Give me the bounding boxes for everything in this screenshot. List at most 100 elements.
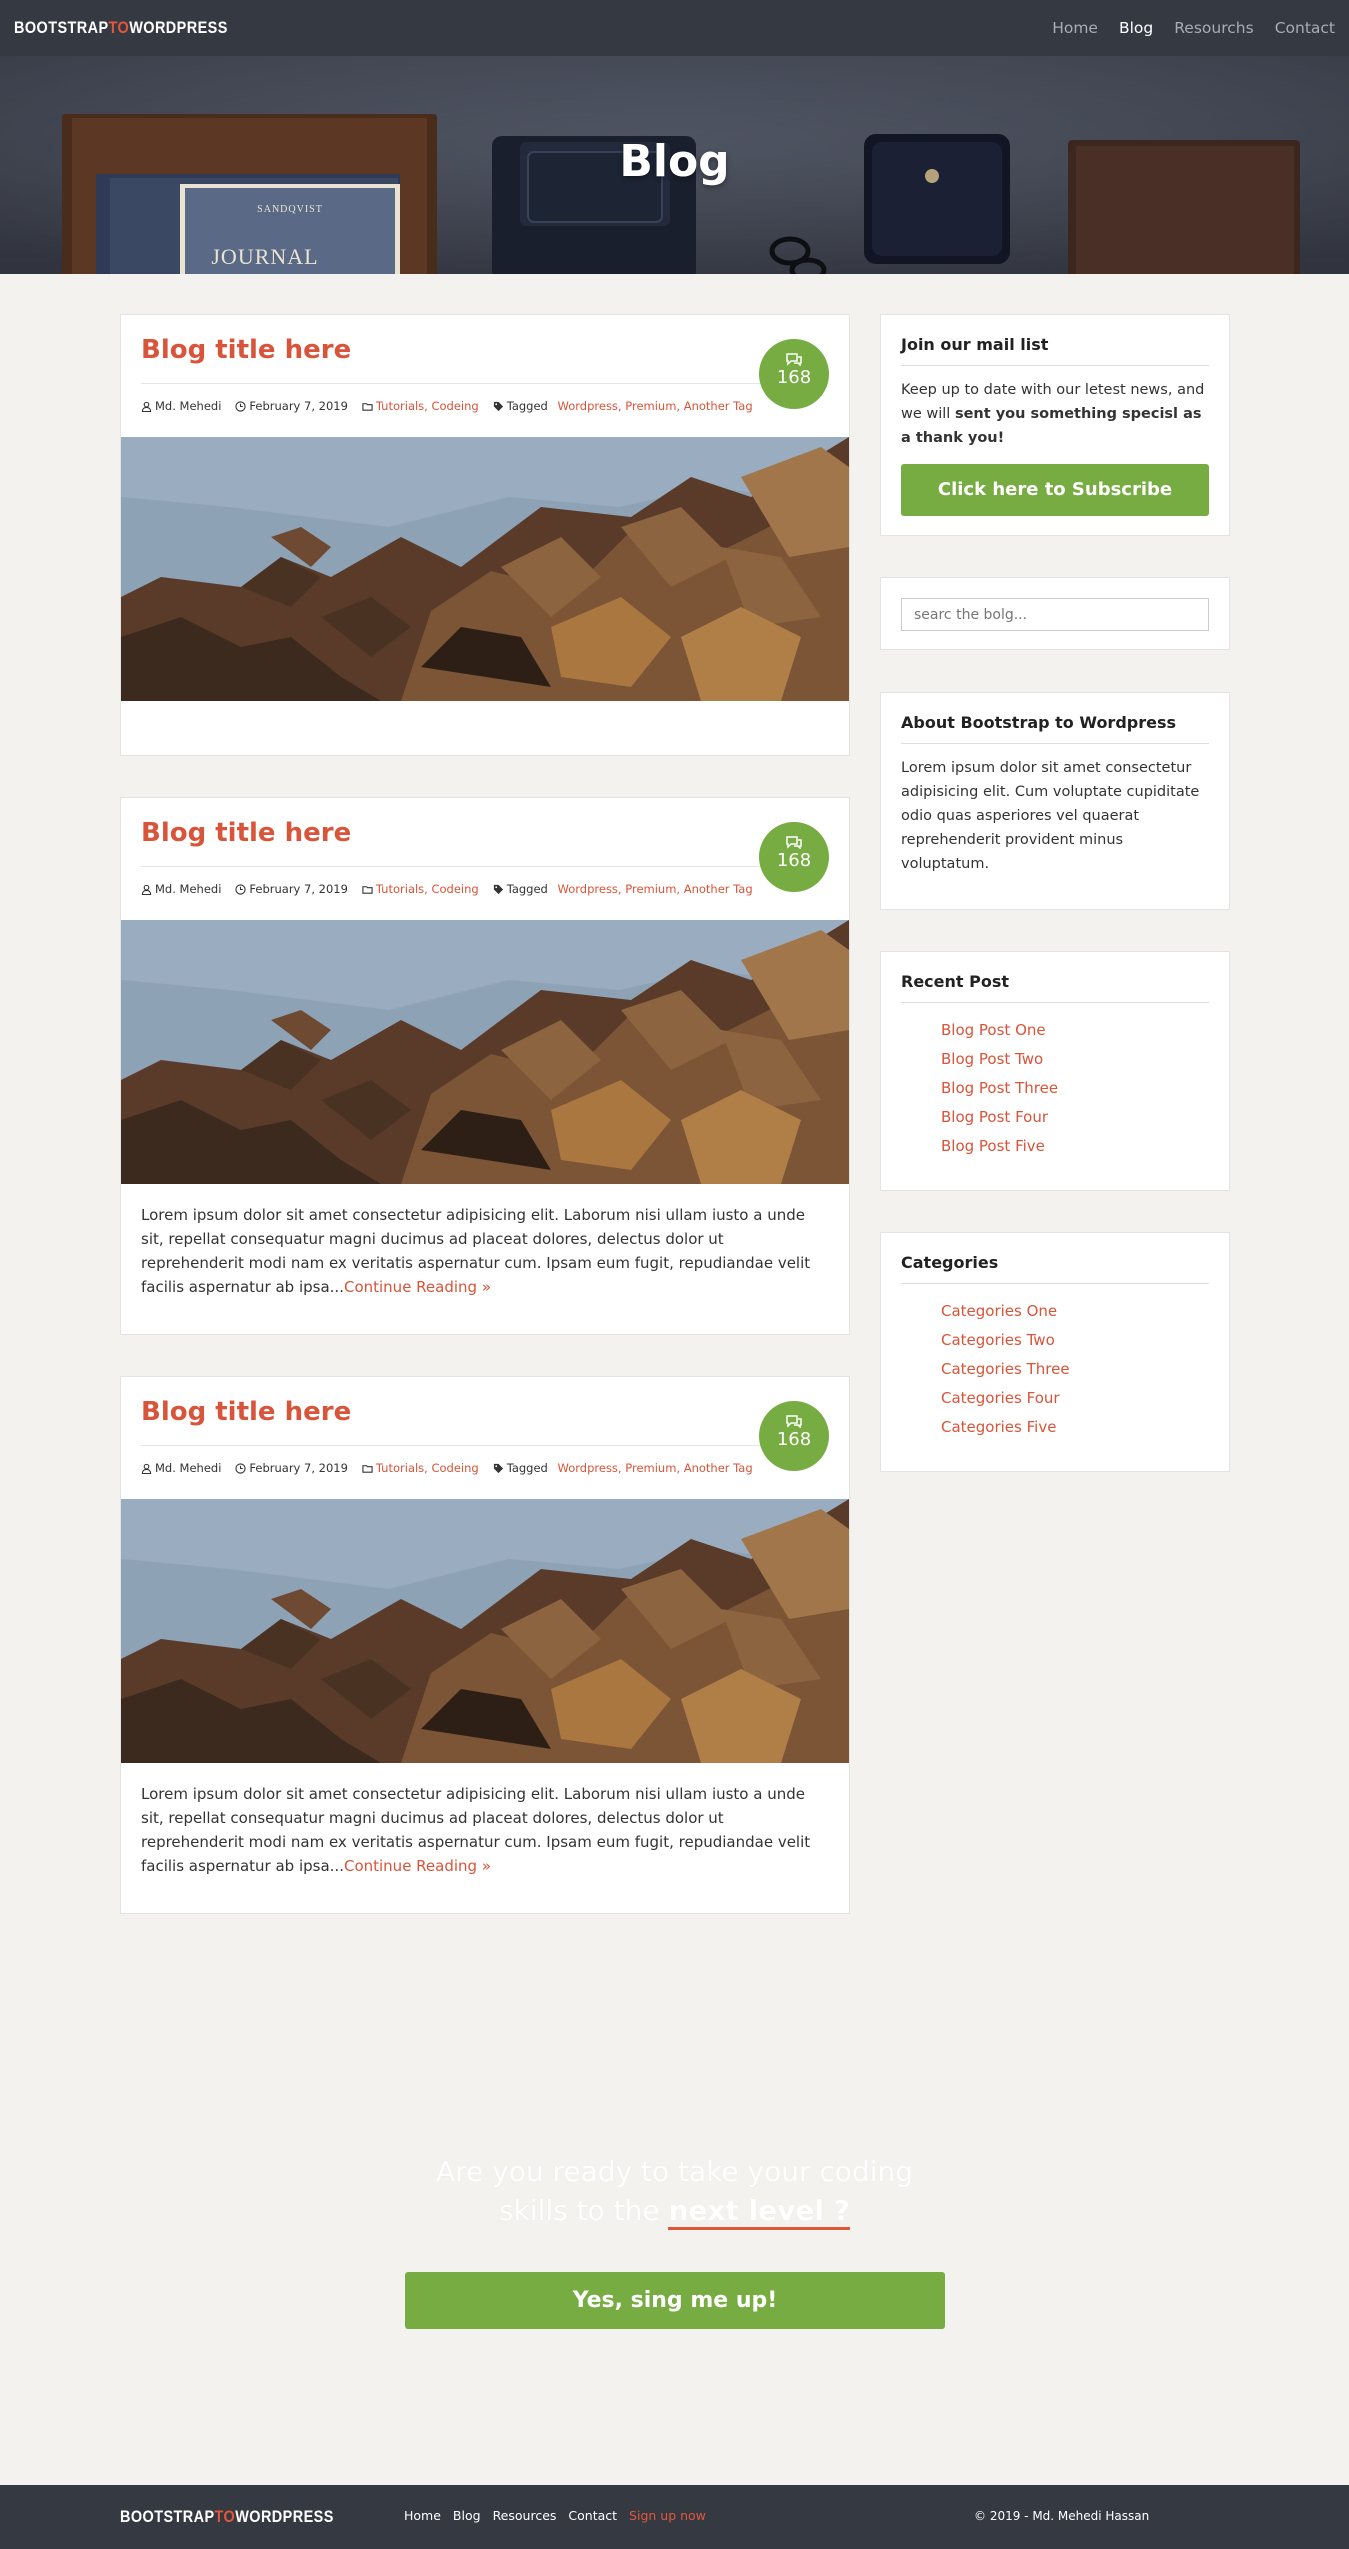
recent-post-link[interactable]: Blog Post One (941, 1016, 1058, 1045)
categories-widget: Categories Categories One Categories Two… (880, 1232, 1230, 1472)
post-date: February 7, 2019 (249, 399, 348, 413)
nav-home[interactable]: Home (1052, 19, 1098, 37)
comment-count: 168 (776, 1429, 812, 1450)
clock-icon (235, 400, 247, 412)
brand-part1: BOOTSTRAP (120, 2507, 215, 2526)
post-image[interactable] (121, 437, 849, 701)
journal-title-text: JOURNAL (211, 244, 318, 269)
footer-link-home[interactable]: Home (404, 2508, 441, 2523)
copyright: © 2019 - Md. Mehedi Hassan (974, 2509, 1150, 2523)
widget-title: Join our mail list (901, 335, 1049, 354)
cta-line1: Are you ready to take your coding (436, 2155, 913, 2188)
tags-icon (493, 1463, 503, 1473)
recent-posts-list: Blog Post One Blog Post Two Blog Post Th… (941, 1016, 1058, 1161)
brand-to: TO (214, 2507, 236, 2526)
nav-resources[interactable]: Resourchs (1174, 19, 1253, 37)
footer: BOOTSTRAPTOWORDPRESS Home Blog Resources… (0, 2485, 1349, 2549)
recent-post-link[interactable]: Blog Post Three (941, 1074, 1058, 1103)
categories-list: Categories One Categories Two Categories… (941, 1297, 1070, 1442)
recent-post-link[interactable]: Blog Post Four (941, 1103, 1058, 1132)
blog-post-card: Blog title here 168 Md. Mehedi February … (120, 1376, 850, 1914)
footer-link-resources[interactable]: Resources (493, 2508, 557, 2523)
folder-icon (362, 1464, 373, 1473)
recent-posts-widget: Recent Post Blog Post One Blog Post Two … (880, 951, 1230, 1191)
comment-count-badge[interactable]: 168 (759, 339, 829, 409)
clock-icon (235, 1462, 247, 1474)
user-icon (141, 884, 152, 895)
recent-post-link[interactable]: Blog Post Two (941, 1045, 1058, 1074)
blog-post-card: Blog title here 168 Md. Mehedi February … (120, 314, 850, 756)
recent-post-link[interactable]: Blog Post Five (941, 1132, 1058, 1161)
clock-icon (235, 883, 247, 895)
cta-heading: Are you ready to take your coding skills… (0, 2152, 1349, 2230)
category-link[interactable]: Categories Two (941, 1326, 1070, 1355)
cta-line2-text: skills to the (498, 2194, 669, 2227)
widget-title: Recent Post (901, 972, 1010, 991)
mail-list-text: Keep up to date with our letest news, an… (901, 378, 1213, 450)
comments-icon (786, 1415, 802, 1428)
post-tags[interactable]: Wordpress, Premium, Another Tag (558, 882, 753, 896)
post-categories[interactable]: Tutorials, Codeing (376, 1461, 479, 1475)
nav-contact[interactable]: Contact (1275, 19, 1335, 37)
nav-menu: Home Blog Resourchs Contact (1031, 19, 1335, 37)
post-tags[interactable]: Wordpress, Premium, Another Tag (558, 399, 753, 413)
footer-link-blog[interactable]: Blog (453, 2508, 481, 2523)
post-image[interactable] (121, 1499, 849, 1763)
post-author: Md. Mehedi (155, 882, 222, 896)
footer-link-contact[interactable]: Contact (568, 2508, 617, 2523)
tagged-label: Tagged (506, 1461, 548, 1475)
navbar: BOOTSTRAPTOWORDPRESS Home Blog Resourchs… (0, 0, 1349, 56)
post-title-link[interactable]: Blog title here (141, 1397, 351, 1427)
comments-icon (786, 353, 802, 366)
brand-part1: BOOTSTRAP (14, 18, 109, 37)
comments-icon (786, 836, 802, 849)
about-widget: About Bootstrap to Wordpress Lorem ipsum… (880, 692, 1230, 910)
continue-reading-link[interactable]: Continue Reading » (344, 1857, 491, 1875)
brand-logo[interactable]: BOOTSTRAPTOWORDPRESS (14, 18, 228, 38)
widget-divider (901, 1283, 1209, 1284)
user-icon (141, 1463, 152, 1474)
subscribe-button[interactable]: Click here to Subscribe (901, 464, 1209, 516)
brand-part2: WORDPRESS (129, 18, 228, 37)
category-link[interactable]: Categories Five (941, 1413, 1070, 1442)
tags-icon (493, 884, 503, 894)
post-title-divider (141, 383, 781, 384)
comment-count-badge[interactable]: 168 (759, 822, 829, 892)
signup-button[interactable]: Yes, sing me up! (405, 2272, 945, 2329)
post-author: Md. Mehedi (155, 399, 222, 413)
post-date: February 7, 2019 (249, 1461, 348, 1475)
post-image[interactable] (121, 920, 849, 1184)
post-date: February 7, 2019 (249, 882, 348, 896)
cta-highlight: next level ? (668, 2194, 851, 2230)
category-link[interactable]: Categories One (941, 1297, 1070, 1326)
post-meta: Md. Mehedi February 7, 2019 Tutorials, C… (141, 1461, 753, 1475)
tagged-label: Tagged (506, 399, 548, 413)
footer-link-signup[interactable]: Sign up now (629, 2508, 706, 2523)
continue-reading-link[interactable]: Continue Reading » (344, 1278, 491, 1296)
post-tags[interactable]: Wordpress, Premium, Another Tag (558, 1461, 753, 1475)
nav-blog[interactable]: Blog (1119, 19, 1153, 37)
footer-nav: Home Blog Resources Contact Sign up now (404, 2508, 706, 2523)
widget-title: About Bootstrap to Wordpress (901, 713, 1177, 732)
journal-top-text: SANDQVIST (257, 204, 323, 215)
user-icon (141, 401, 152, 412)
post-categories[interactable]: Tutorials, Codeing (376, 882, 479, 896)
widget-divider (901, 743, 1209, 744)
category-link[interactable]: Categories Three (941, 1355, 1070, 1384)
mail-list-widget: Join our mail list Keep up to date with … (880, 314, 1230, 536)
post-title-divider (141, 1445, 781, 1446)
post-categories[interactable]: Tutorials, Codeing (376, 399, 479, 413)
footer-brand-logo[interactable]: BOOTSTRAPTOWORDPRESS (120, 2507, 334, 2527)
post-title-link[interactable]: Blog title here (141, 818, 351, 848)
post-title-divider (141, 866, 781, 867)
search-input[interactable] (901, 598, 1209, 631)
comment-count: 168 (776, 850, 812, 871)
widget-divider (901, 365, 1209, 366)
comment-count-badge[interactable]: 168 (759, 1401, 829, 1471)
about-text: Lorem ipsum dolor sit amet consectetur a… (901, 760, 1200, 872)
brand-to: TO (108, 18, 130, 37)
post-title-link[interactable]: Blog title here (141, 335, 351, 365)
tagged-label: Tagged (506, 882, 548, 896)
category-link[interactable]: Categories Four (941, 1384, 1070, 1413)
post-excerpt: Lorem ipsum dolor sit amet consectetur a… (141, 1203, 831, 1299)
